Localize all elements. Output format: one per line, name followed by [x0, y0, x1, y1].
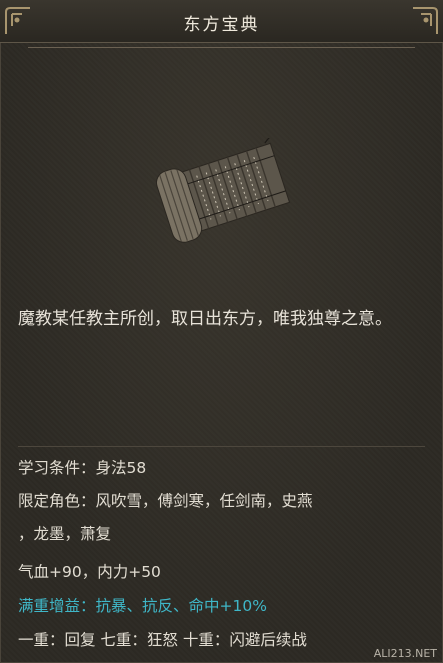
item-title: 东方宝典	[183, 15, 260, 35]
title-bar: 东方宝典	[0, 0, 443, 43]
item-description: 魔教某任教主所创，取日出东方，唯我独尊之意。	[18, 309, 392, 329]
attribute-bonus: 气血+90，内力+50	[18, 563, 161, 581]
corner-ornament-icon	[413, 7, 438, 34]
restricted-roles-continued: ，龙墨，萧复	[18, 525, 112, 543]
learn-requirement: 学习条件：身法58	[18, 459, 147, 477]
title-divider	[28, 47, 415, 48]
watermark: ALI213.NET	[373, 647, 437, 660]
item-detail-panel: 东方宝典 魔教某任教主所创，取日出东方，唯我独尊之意。 学习条件：身法58 限定…	[0, 0, 443, 663]
tier-effects: 一重：回复 七重：狂怒 十重：闪避后续战	[18, 631, 307, 649]
full-level-bonus: 满重增益：抗暴、抗反、命中+10%	[18, 597, 267, 615]
scroll-book-icon	[156, 138, 291, 243]
restricted-roles: 限定角色：风吹雪，傅剑寒，任剑南，史燕	[18, 492, 313, 510]
section-divider	[18, 446, 425, 447]
